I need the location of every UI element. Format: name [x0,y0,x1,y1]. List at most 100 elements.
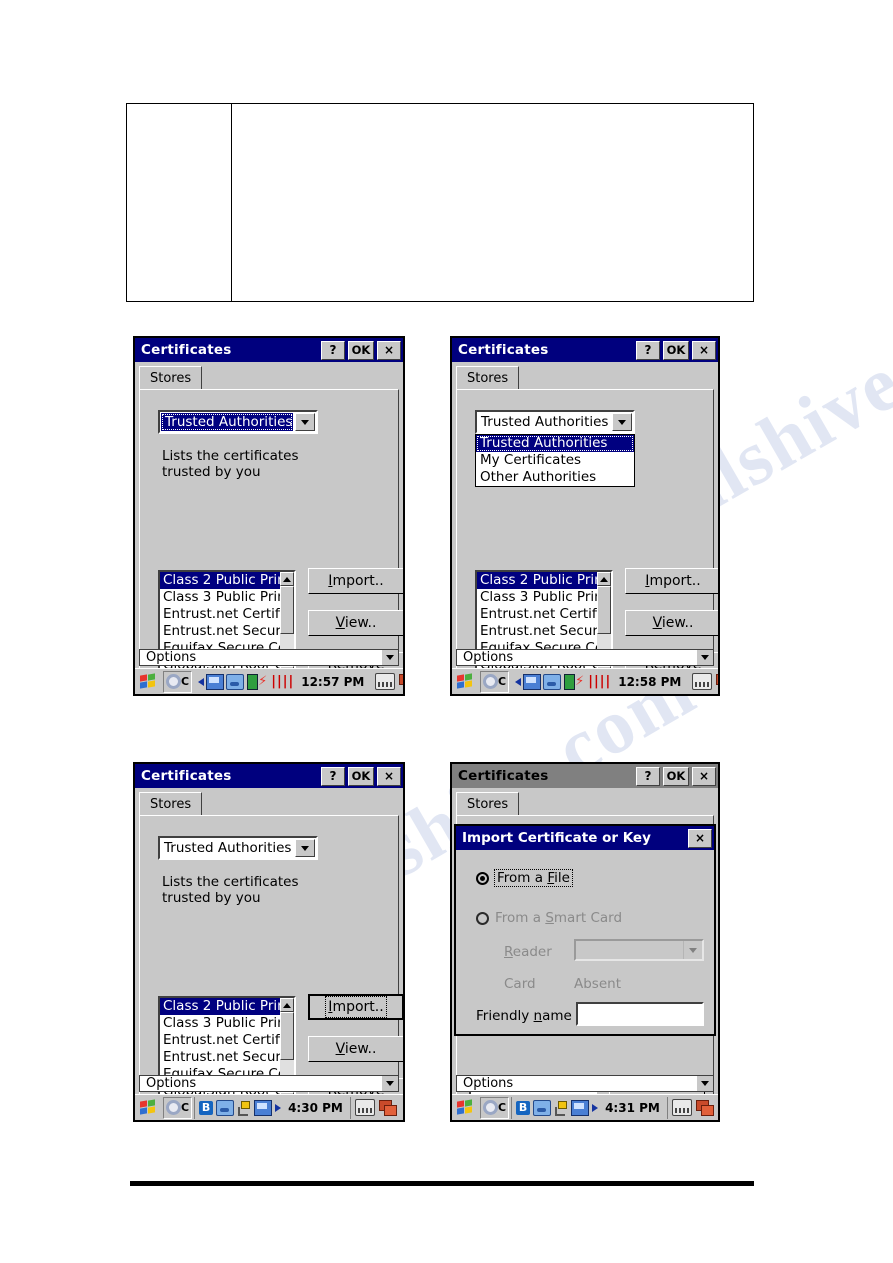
settings-tray-item[interactable]: C [163,670,193,693]
chevron-down-icon[interactable] [381,1076,398,1091]
list-item[interactable]: Class 3 Public Prima [477,589,597,606]
options-bar[interactable]: Options [456,649,714,666]
clock[interactable]: 4:30 PM [283,1101,348,1115]
list-item[interactable]: Class 2 Public Prima [160,572,280,589]
store-combo[interactable]: Trusted Authorities [158,836,318,860]
store-combo[interactable]: Trusted Authorities [475,410,635,434]
help-button[interactable]: ? [636,340,660,360]
options-bar[interactable]: Options [456,1075,714,1092]
keyboard-button[interactable] [353,1097,377,1119]
tab-stores[interactable]: Stores [456,366,520,390]
keyboard-button[interactable] [690,671,714,693]
start-button[interactable] [452,1097,480,1119]
list-item[interactable]: Class 2 Public Prima [160,998,280,1015]
ok-button[interactable]: OK [663,340,689,360]
clock[interactable]: 4:31 PM [600,1101,665,1115]
tab-stores[interactable]: Stores [139,366,203,390]
help-button[interactable]: ? [636,766,660,786]
list-item[interactable]: Class 3 Public Prima [160,1015,280,1032]
network-icon[interactable] [523,673,542,690]
list-item[interactable]: Entrust.net Secure [477,623,597,640]
network-icon[interactable] [206,673,225,690]
help-button[interactable]: ? [321,340,345,360]
network-icon[interactable] [571,1099,590,1116]
dropdown-option[interactable]: Other Authorities [476,469,634,486]
tray-icons[interactable]: B [514,1097,600,1119]
radio-from-a-file[interactable]: From a File [476,869,573,887]
list-item[interactable]: Entrust.net Certific [477,606,597,623]
import-button[interactable]: Import.. [308,994,403,1020]
connection-icon[interactable] [533,1099,552,1116]
chevron-down-icon[interactable] [295,839,315,857]
list-item[interactable]: Entrust.net Secure [160,623,280,640]
help-button[interactable]: ? [321,766,345,786]
ok-button[interactable]: OK [663,766,689,786]
options-bar[interactable]: Options [139,649,399,666]
keyboard-button[interactable] [373,671,397,693]
start-button[interactable] [135,671,163,693]
scrollbar-thumb[interactable] [280,586,294,634]
list-item[interactable]: Entrust.net Secure [160,1049,280,1066]
friendly-name-input[interactable] [576,1002,704,1026]
settings-tray-item[interactable]: C [480,670,510,693]
import-button[interactable]: Import.. [625,568,718,594]
scrollbar-thumb[interactable] [280,1012,294,1060]
connection-icon[interactable] [543,673,562,690]
close-button[interactable]: × [692,340,716,360]
plug-icon[interactable] [554,1100,568,1116]
store-combo[interactable]: Trusted Authorities [158,410,318,434]
chevron-down-icon[interactable] [612,413,632,431]
tab-stores[interactable]: Stores [456,792,520,816]
settings-tray-item[interactable]: C [480,1096,510,1119]
expand-right-icon[interactable] [275,1103,282,1112]
clock[interactable]: 12:58 PM [613,675,686,689]
battery-icon[interactable] [564,673,576,690]
chevron-down-icon[interactable] [381,650,398,665]
chevron-down-icon[interactable] [295,413,315,431]
ok-button[interactable]: OK [348,340,374,360]
tray-icons[interactable]: ⚡ |||| [196,671,296,693]
options-bar[interactable]: Options [139,1075,399,1092]
list-item[interactable]: Class 2 Public Prima [477,572,597,589]
start-button[interactable] [135,1097,163,1119]
list-item[interactable]: Entrust.net Certific [160,1032,280,1049]
scroll-up-icon[interactable] [597,572,611,586]
tab-stores[interactable]: Stores [139,792,203,816]
expand-right-icon[interactable] [592,1103,599,1112]
dialog-close-button[interactable]: × [688,828,712,848]
start-button[interactable] [452,671,480,693]
bluetooth-icon[interactable]: B [516,1100,531,1115]
keyboard-button[interactable] [670,1097,694,1119]
list-item[interactable]: Entrust.net Certific [160,606,280,623]
tray-icons[interactable]: B [197,1097,283,1119]
clock[interactable]: 12:57 PM [296,675,369,689]
list-item[interactable]: Class 3 Public Prima [160,589,280,606]
scrollbar-thumb[interactable] [597,586,611,634]
chevron-down-icon[interactable] [696,1076,713,1091]
desktop-button[interactable] [694,1097,715,1119]
view-button[interactable]: View.. [308,1036,403,1062]
desktop-button[interactable] [714,671,718,693]
close-button[interactable]: × [692,766,716,786]
close-button[interactable]: × [377,766,401,786]
chevron-down-icon[interactable] [696,650,713,665]
settings-tray-item[interactable]: C [163,1096,193,1119]
expand-left-icon[interactable] [198,677,205,686]
scroll-up-icon[interactable] [280,572,294,586]
tray-icons[interactable]: ⚡ |||| [513,671,613,693]
dropdown-option[interactable]: Trusted Authorities [476,435,634,452]
view-button[interactable]: View.. [308,610,403,636]
bluetooth-icon[interactable]: B [199,1100,214,1115]
connection-icon[interactable] [226,673,245,690]
close-button[interactable]: × [377,340,401,360]
desktop-button[interactable] [397,671,403,693]
connection-icon[interactable] [216,1099,235,1116]
plug-icon[interactable] [237,1100,251,1116]
view-button[interactable]: View.. [625,610,718,636]
ok-button[interactable]: OK [348,766,374,786]
import-button[interactable]: IImport..mport.. [308,568,403,594]
store-dropdown-list[interactable]: Trusted Authorities My Certificates Othe… [475,434,635,487]
battery-icon[interactable] [247,673,259,690]
expand-left-icon[interactable] [515,677,522,686]
dropdown-option[interactable]: My Certificates [476,452,634,469]
